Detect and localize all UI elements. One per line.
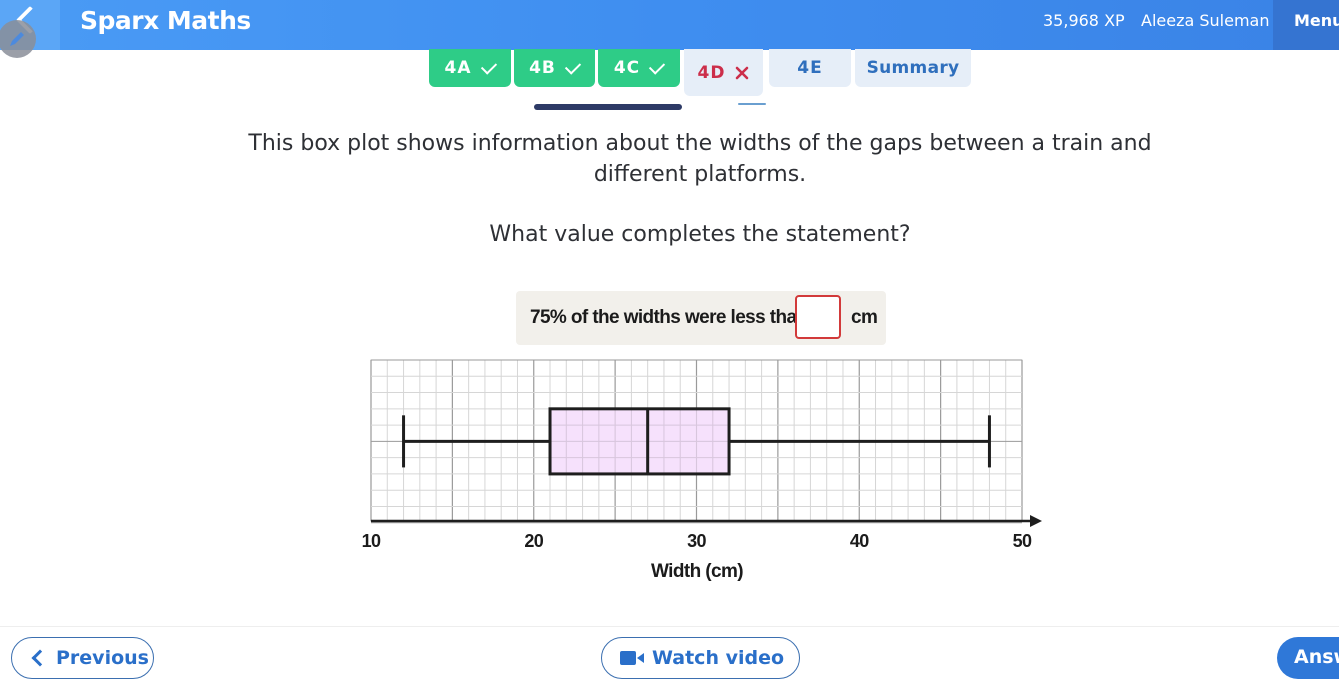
x-axis-arrow-icon bbox=[1030, 515, 1042, 527]
answer-label: Answer bbox=[1294, 646, 1339, 668]
previous-label: Previous bbox=[56, 647, 149, 669]
x-tick-label: 40 bbox=[850, 531, 869, 551]
x-tick-label: 30 bbox=[687, 531, 706, 551]
x-tick-label: 20 bbox=[524, 531, 543, 551]
box-plot-chart: 10 20 30 40 50 Width (cm) bbox=[362, 359, 1042, 582]
watch-video-label: Watch video bbox=[652, 647, 785, 669]
video-camera-icon bbox=[620, 651, 644, 665]
answer-button[interactable]: Answer bbox=[1277, 637, 1339, 679]
x-axis-label: Width (cm) bbox=[651, 561, 743, 582]
x-tick-labels: 10 20 30 40 50 bbox=[362, 531, 1033, 551]
x-tick-label: 10 bbox=[362, 531, 381, 551]
x-tick-label: 50 bbox=[1013, 531, 1032, 551]
watch-video-button[interactable]: Watch video bbox=[601, 637, 800, 679]
chevron-left-icon bbox=[31, 649, 49, 667]
previous-button[interactable]: Previous bbox=[11, 637, 154, 679]
footer-divider bbox=[0, 626, 1339, 627]
